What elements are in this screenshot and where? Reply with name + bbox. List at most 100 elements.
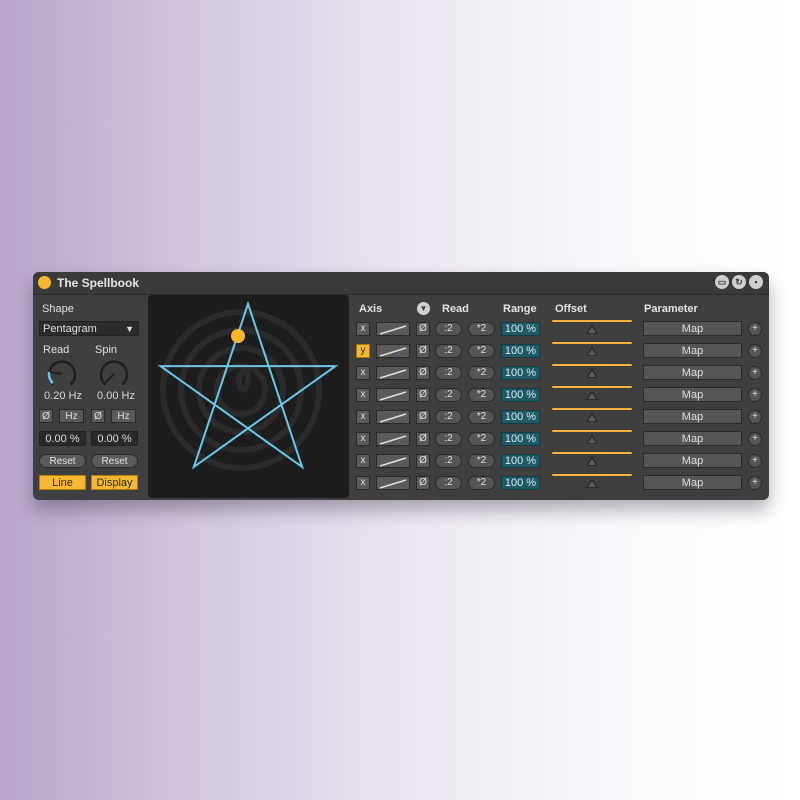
map-button[interactable]: Map bbox=[643, 321, 742, 336]
axis-toggle[interactable]: x bbox=[356, 322, 370, 336]
collapse-icon[interactable]: ▼ bbox=[417, 302, 430, 315]
offset-slider[interactable] bbox=[552, 380, 632, 402]
multiply-rate-button[interactable]: *2 bbox=[468, 366, 495, 380]
read-reset-button[interactable]: Reset bbox=[39, 454, 86, 468]
line-toggle[interactable]: Line bbox=[39, 475, 86, 490]
phase-invert-button[interactable]: Ø bbox=[416, 366, 430, 380]
offset-slider[interactable] bbox=[552, 446, 632, 468]
read-header: Read bbox=[442, 303, 469, 315]
offset-handle-fill bbox=[588, 371, 596, 377]
map-button[interactable]: Map bbox=[643, 365, 742, 380]
add-mapping-button[interactable]: + bbox=[748, 410, 762, 424]
save-icon[interactable]: ▪ bbox=[749, 275, 763, 289]
table-row: x Ø :2 *2 100 % Map + bbox=[356, 474, 766, 491]
phase-invert-button[interactable]: Ø bbox=[416, 432, 430, 446]
divide-rate-button[interactable]: :2 bbox=[435, 476, 462, 490]
axis-toggle[interactable]: x bbox=[356, 410, 370, 424]
phase-invert-button[interactable]: Ø bbox=[416, 344, 430, 358]
spin-reset-button[interactable]: Reset bbox=[91, 454, 138, 468]
shape-dropdown[interactable]: Pentagram ▼ bbox=[39, 321, 139, 336]
multiply-rate-button[interactable]: *2 bbox=[468, 410, 495, 424]
offset-slider[interactable] bbox=[552, 468, 632, 490]
offset-slider[interactable] bbox=[552, 358, 632, 380]
divide-rate-button[interactable]: :2 bbox=[435, 432, 462, 446]
divide-rate-button[interactable]: :2 bbox=[435, 454, 462, 468]
add-mapping-button[interactable]: + bbox=[748, 432, 762, 446]
map-button[interactable]: Map bbox=[643, 343, 742, 358]
phase-invert-button[interactable]: Ø bbox=[416, 388, 430, 402]
curve-button[interactable] bbox=[376, 344, 410, 358]
axis-toggle[interactable]: x bbox=[356, 388, 370, 402]
divide-rate-button[interactable]: :2 bbox=[435, 344, 462, 358]
range-field[interactable]: 100 % bbox=[501, 344, 540, 358]
multiply-rate-button[interactable]: *2 bbox=[468, 388, 495, 402]
map-button[interactable]: Map bbox=[643, 409, 742, 424]
multiply-rate-button[interactable]: *2 bbox=[468, 476, 495, 490]
curve-button[interactable] bbox=[376, 322, 410, 336]
curve-button[interactable] bbox=[376, 366, 410, 380]
multiply-rate-button[interactable]: *2 bbox=[468, 454, 495, 468]
spin-knob[interactable] bbox=[98, 358, 130, 390]
axis-toggle[interactable]: x bbox=[356, 454, 370, 468]
read-percent-field[interactable]: 0.00 % bbox=[39, 431, 86, 446]
offset-slider[interactable] bbox=[552, 424, 632, 446]
range-field[interactable]: 100 % bbox=[501, 454, 540, 468]
map-button[interactable]: Map bbox=[643, 431, 742, 446]
read-knob[interactable] bbox=[46, 358, 78, 390]
position-cursor bbox=[231, 329, 245, 343]
multiply-rate-button[interactable]: *2 bbox=[468, 432, 495, 446]
axis-toggle[interactable]: x bbox=[356, 432, 370, 446]
add-mapping-button[interactable]: + bbox=[748, 366, 762, 380]
add-mapping-button[interactable]: + bbox=[748, 322, 762, 336]
add-mapping-button[interactable]: + bbox=[748, 344, 762, 358]
phase-invert-button[interactable]: Ø bbox=[416, 410, 430, 424]
read-phase-button[interactable]: Ø bbox=[39, 409, 53, 423]
linear-curve-icon bbox=[379, 479, 407, 489]
multiply-rate-button[interactable]: *2 bbox=[468, 322, 495, 336]
phase-invert-button[interactable]: Ø bbox=[416, 476, 430, 490]
offset-slider[interactable] bbox=[552, 336, 632, 358]
add-mapping-button[interactable]: + bbox=[748, 388, 762, 402]
phase-invert-button[interactable]: Ø bbox=[416, 322, 430, 336]
axis-toggle[interactable]: x bbox=[356, 476, 370, 490]
read-hz-button[interactable]: Hz bbox=[59, 409, 84, 423]
axis-toggle[interactable]: y bbox=[356, 344, 370, 358]
spin-hz-button[interactable]: Hz bbox=[111, 409, 136, 423]
divide-rate-button[interactable]: :2 bbox=[435, 388, 462, 402]
read-rate-value: 0.20 Hz bbox=[44, 390, 82, 402]
phase-invert-button[interactable]: Ø bbox=[416, 454, 430, 468]
add-mapping-button[interactable]: + bbox=[748, 476, 762, 490]
curve-button[interactable] bbox=[376, 432, 410, 446]
device-power-toggle[interactable] bbox=[38, 276, 51, 289]
map-button[interactable]: Map bbox=[643, 453, 742, 468]
monitor-icon[interactable]: ▭ bbox=[715, 275, 729, 289]
display-toggle[interactable]: Display bbox=[91, 475, 138, 490]
add-mapping-button[interactable]: + bbox=[748, 454, 762, 468]
map-button[interactable]: Map bbox=[643, 387, 742, 402]
range-field[interactable]: 100 % bbox=[501, 476, 540, 490]
range-field[interactable]: 100 % bbox=[501, 432, 540, 446]
curve-button[interactable] bbox=[376, 388, 410, 402]
divide-rate-button[interactable]: :2 bbox=[435, 410, 462, 424]
shape-display bbox=[148, 295, 349, 498]
offset-handle-fill bbox=[588, 393, 596, 399]
range-field[interactable]: 100 % bbox=[501, 366, 540, 380]
curve-button[interactable] bbox=[376, 476, 410, 490]
spin-phase-button[interactable]: Ø bbox=[91, 409, 105, 423]
divide-rate-button[interactable]: :2 bbox=[435, 366, 462, 380]
curve-button[interactable] bbox=[376, 454, 410, 468]
spin-percent-field[interactable]: 0.00 % bbox=[91, 431, 138, 446]
offset-slider[interactable] bbox=[552, 314, 632, 336]
divide-rate-button[interactable]: :2 bbox=[435, 322, 462, 336]
range-field[interactable]: 100 % bbox=[501, 410, 540, 424]
offset-slider[interactable] bbox=[552, 402, 632, 424]
refresh-icon[interactable]: ↻ bbox=[732, 275, 746, 289]
range-field[interactable]: 100 % bbox=[501, 388, 540, 402]
offset-track bbox=[552, 386, 632, 388]
multiply-rate-button[interactable]: *2 bbox=[468, 344, 495, 358]
map-button[interactable]: Map bbox=[643, 475, 742, 490]
range-field[interactable]: 100 % bbox=[501, 322, 540, 336]
offset-handle-fill bbox=[588, 415, 596, 421]
axis-toggle[interactable]: x bbox=[356, 366, 370, 380]
curve-button[interactable] bbox=[376, 410, 410, 424]
